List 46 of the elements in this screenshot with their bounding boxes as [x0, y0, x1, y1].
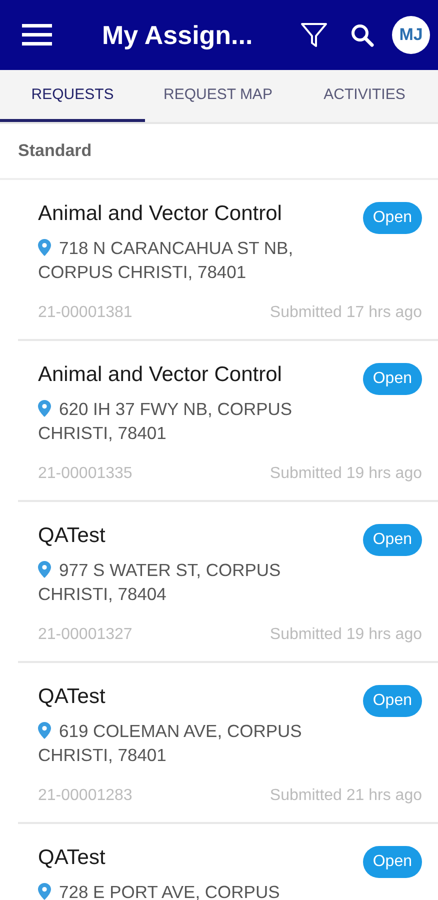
submitted-time: Submitted 17 hrs ago — [270, 304, 422, 322]
menu-icon[interactable] — [22, 24, 52, 46]
address-line: 977 S WATER ST, CORPUS — [59, 560, 281, 580]
submitted-time: Submitted 21 hrs ago — [270, 787, 422, 805]
request-number: 21-00001335 — [38, 465, 132, 483]
tab[interactable]: REQUESTS — [0, 70, 145, 122]
address-line: 620 IH 37 FWY NB, CORPUS — [59, 399, 292, 419]
address-line: 728 E PORT AVE, CORPUS — [59, 882, 280, 900]
app-title: My Assign... — [102, 20, 254, 50]
status-badge: Open — [362, 685, 422, 717]
address-line: CHRISTI, 78404 — [38, 584, 166, 604]
tab[interactable]: REQUEST MAP — [145, 70, 291, 122]
request-title: QATest — [38, 685, 106, 709]
request-number: 21-00001283 — [38, 787, 132, 805]
address-line: 718 N CARANCAHUA ST NB, — [59, 238, 294, 258]
avatar[interactable]: MJ — [392, 16, 430, 54]
request-card[interactable]: QATest Open 619 COLEMAN AVE, CORPUS CHRISTI, 78401 21-00001283 Submitted 21 hrs ago — [18, 663, 438, 824]
request-title: Animal and Vector Control — [38, 202, 282, 226]
location-pin-icon — [38, 400, 51, 417]
address-line: 619 COLEMAN AVE, CORPUS — [59, 721, 302, 741]
request-card[interactable]: Animal and Vector Control Open 620 IH 37 FWY NB, CORPUS CHRISTI, 78401 21-00001335 Submitted 19 hrs ago — [18, 341, 438, 502]
submitted-time: Submitted 19 hrs ago — [270, 465, 422, 483]
section-header: Standard — [0, 124, 438, 180]
status-badge: Open — [362, 202, 422, 234]
tab[interactable]: ACTIVITIES — [291, 70, 438, 122]
search-icon[interactable] — [350, 23, 374, 47]
request-card[interactable]: Animal and Vector Control Open 718 N CARANCAHUA ST NB, CORPUS CHRISTI, 78401 21-00001381 Submitted 17 hrs ago — [18, 180, 438, 341]
request-number: 21-00001327 — [38, 626, 132, 644]
address-line: CHRISTI, 78401 — [38, 745, 166, 765]
address-line: CORPUS CHRISTI, 78401 — [38, 262, 246, 282]
location-pin-icon — [38, 722, 51, 739]
location-pin-icon — [38, 239, 51, 256]
request-title: QATest — [38, 846, 106, 870]
request-card[interactable]: QATest Open 977 S WATER ST, CORPUS CHRISTI, 78404 21-00001327 Submitted 19 hrs ago — [18, 502, 438, 663]
filter-icon[interactable] — [300, 21, 328, 49]
submitted-time: Submitted 19 hrs ago — [270, 626, 422, 644]
request-card[interactable]: QATest Open 728 E PORT AVE, CORPUS — [18, 824, 438, 900]
location-pin-icon — [38, 561, 51, 578]
address-line: CHRISTI, 78401 — [38, 423, 166, 443]
request-title: Animal and Vector Control — [38, 363, 282, 387]
status-badge: Open — [362, 363, 422, 395]
location-pin-icon — [38, 883, 51, 900]
request-title: QATest — [38, 524, 106, 548]
request-number: 21-00001381 — [38, 304, 132, 322]
status-badge: Open — [362, 846, 422, 878]
status-badge: Open — [362, 524, 422, 556]
